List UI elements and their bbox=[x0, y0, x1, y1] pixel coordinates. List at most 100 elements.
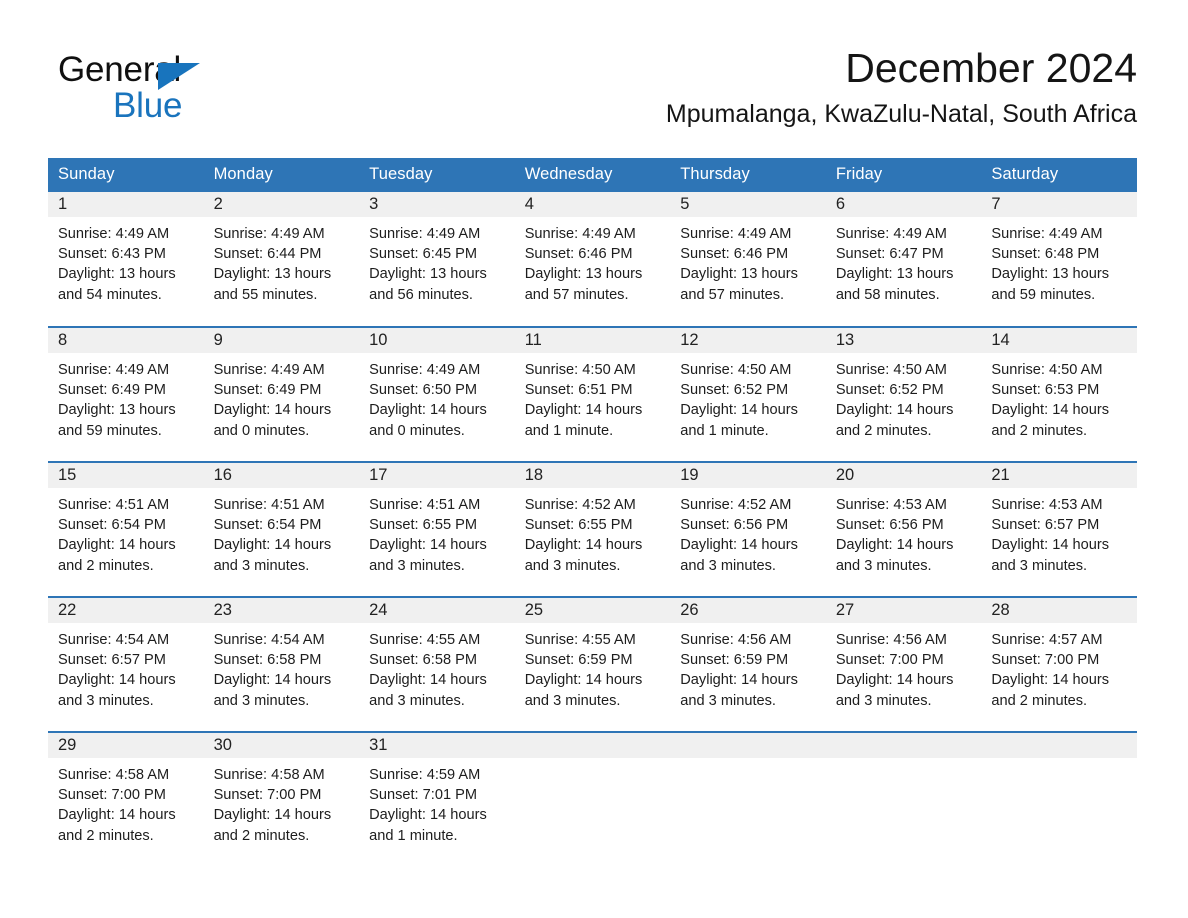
day-details: Sunrise: 4:49 AM Sunset: 6:46 PM Daylight:… bbox=[670, 217, 826, 305]
calendar-day-cell[interactable]: 30 Sunrise: 4:58 AM Sunset: 7:00 PM Dayligh… bbox=[203, 731, 360, 867]
day-number: 7 bbox=[981, 192, 1137, 217]
calendar-day-cell[interactable]: 15 Sunrise: 4:51 AM Sunset: 6:54 PM Dayligh… bbox=[48, 461, 204, 597]
day-details: Sunrise: 4:49 AM Sunset: 6:49 PM Daylight:… bbox=[204, 353, 360, 441]
calendar-day-cell[interactable]: 7 Sunrise: 4:49 AM Sunset: 6:48 PM Daylight… bbox=[981, 192, 1137, 327]
calendar-day-cell[interactable]: 21 Sunrise: 4:53 AM Sunset: 6:57 PM Dayligh… bbox=[981, 461, 1137, 597]
daylight-duration: Daylight: 14 hours and 2 minutes. bbox=[58, 537, 176, 574]
daylight-duration: Daylight: 13 hours and 54 minutes. bbox=[58, 266, 176, 303]
day-number: 22 bbox=[48, 598, 204, 623]
day-details: Sunrise: 4:49 AM Sunset: 6:45 PM Daylight:… bbox=[359, 217, 515, 305]
day-details: Sunrise: 4:50 AM Sunset: 6:52 PM Daylight:… bbox=[826, 353, 982, 441]
calendar-day-cell-empty bbox=[670, 731, 826, 867]
day-number: 1 bbox=[48, 192, 204, 217]
calendar-day-cell[interactable]: 31 Sunrise: 4:59 AM Sunset: 7:01 PM Dayligh… bbox=[359, 731, 515, 867]
calendar-day-cell[interactable]: 23 Sunrise: 4:54 AM Sunset: 6:58 PM Dayligh… bbox=[203, 596, 360, 732]
sunset-time: Sunset: 6:54 PM bbox=[58, 517, 166, 534]
calendar-day-cell[interactable]: 19 Sunrise: 4:52 AM Sunset: 6:56 PM Dayligh… bbox=[670, 461, 826, 597]
calendar-day-cell[interactable]: 29 Sunrise: 4:58 AM Sunset: 7:00 PM Dayligh… bbox=[48, 731, 204, 867]
page-title: December 2024 bbox=[845, 45, 1137, 91]
day-details: Sunrise: 4:59 AM Sunset: 7:01 PM Daylight:… bbox=[359, 758, 515, 846]
day-details: Sunrise: 4:55 AM Sunset: 6:59 PM Daylight:… bbox=[515, 623, 671, 711]
day-number: 13 bbox=[825, 328, 982, 353]
calendar-day-cell[interactable]: 22 Sunrise: 4:54 AM Sunset: 6:57 PM Dayligh… bbox=[48, 596, 204, 732]
calendar-week-row: 1 Sunrise: 4:49 AM Sunset: 6:43 PM Daylight… bbox=[48, 192, 1137, 327]
calendar-day-cell[interactable]: 16 Sunrise: 4:51 AM Sunset: 6:54 PM Dayligh… bbox=[203, 461, 360, 597]
day-details: Sunrise: 4:53 AM Sunset: 6:57 PM Daylight:… bbox=[981, 488, 1137, 576]
calendar-day-cell[interactable]: 26 Sunrise: 4:56 AM Sunset: 6:59 PM Dayligh… bbox=[670, 596, 826, 732]
sunrise-time: Sunrise: 4:54 AM bbox=[58, 632, 170, 648]
sunrise-time: Sunrise: 4:49 AM bbox=[524, 226, 636, 242]
weekday-header-tuesday: Tuesday bbox=[359, 158, 515, 192]
calendar-day-cell[interactable]: 2 Sunrise: 4:49 AM Sunset: 6:44 PM Daylight… bbox=[203, 192, 360, 327]
calendar-day-cell[interactable]: 9 Sunrise: 4:49 AM Sunset: 6:49 PM Daylight… bbox=[203, 326, 360, 462]
sunset-time: Sunset: 6:43 PM bbox=[58, 246, 166, 263]
calendar-day-cell[interactable]: 4 Sunrise: 4:49 AM Sunset: 6:46 PM Daylight… bbox=[514, 192, 671, 327]
calendar-day-cell[interactable]: 27 Sunrise: 4:56 AM Sunset: 7:00 PM Dayligh… bbox=[825, 596, 982, 732]
day-number: 9 bbox=[203, 328, 360, 353]
calendar-day-cell[interactable]: 3 Sunrise: 4:49 AM Sunset: 6:45 PM Daylight… bbox=[359, 192, 515, 327]
sunset-time: Sunset: 7:00 PM bbox=[213, 787, 322, 804]
day-number: 19 bbox=[670, 463, 826, 488]
daylight-duration: Daylight: 13 hours and 55 minutes. bbox=[213, 266, 332, 303]
day-details bbox=[981, 758, 1137, 765]
sunrise-time: Sunrise: 4:49 AM bbox=[58, 362, 170, 378]
day-details: Sunrise: 4:58 AM Sunset: 7:00 PM Daylight:… bbox=[48, 758, 204, 846]
calendar-day-cell[interactable]: 5 Sunrise: 4:49 AM Sunset: 6:46 PM Daylight… bbox=[670, 192, 826, 327]
sunset-time: Sunset: 7:00 PM bbox=[991, 652, 1100, 669]
calendar-day-cell[interactable]: 13 Sunrise: 4:50 AM Sunset: 6:52 PM Dayligh… bbox=[825, 326, 982, 462]
calendar-day-cell[interactable]: 28 Sunrise: 4:57 AM Sunset: 7:00 PM Dayligh… bbox=[981, 596, 1137, 732]
calendar-header-row: Sunday Monday Tuesday Wednesday Thursday… bbox=[48, 158, 1137, 192]
day-number: 26 bbox=[670, 598, 826, 623]
day-details: Sunrise: 4:52 AM Sunset: 6:55 PM Daylight:… bbox=[515, 488, 671, 576]
day-details: Sunrise: 4:50 AM Sunset: 6:52 PM Daylight:… bbox=[670, 353, 826, 441]
sunset-time: Sunset: 6:49 PM bbox=[58, 382, 166, 399]
day-number: 12 bbox=[670, 328, 826, 353]
daylight-duration: Daylight: 14 hours and 2 minutes. bbox=[213, 807, 332, 844]
sunrise-time: Sunrise: 4:50 AM bbox=[991, 362, 1103, 378]
daylight-duration: Daylight: 13 hours and 59 minutes. bbox=[58, 402, 176, 439]
daylight-duration: Daylight: 14 hours and 1 minute. bbox=[680, 402, 798, 439]
calendar-day-cell[interactable]: 8 Sunrise: 4:49 AM Sunset: 6:49 PM Daylight… bbox=[48, 326, 204, 462]
day-number: 6 bbox=[825, 192, 982, 217]
daylight-duration: Daylight: 14 hours and 3 minutes. bbox=[369, 672, 487, 709]
calendar-day-cell[interactable]: 25 Sunrise: 4:55 AM Sunset: 6:59 PM Dayligh… bbox=[514, 596, 671, 732]
weekday-header-friday: Friday bbox=[825, 158, 982, 192]
day-details: Sunrise: 4:56 AM Sunset: 6:59 PM Daylight:… bbox=[670, 623, 826, 711]
day-number bbox=[514, 733, 671, 758]
day-number: 27 bbox=[825, 598, 982, 623]
calendar-day-cell[interactable]: 10 Sunrise: 4:49 AM Sunset: 6:50 PM Dayligh… bbox=[359, 326, 515, 462]
daylight-duration: Daylight: 14 hours and 3 minutes. bbox=[524, 537, 643, 574]
calendar-day-cell[interactable]: 12 Sunrise: 4:50 AM Sunset: 6:52 PM Dayligh… bbox=[670, 326, 826, 462]
calendar-day-cell[interactable]: 6 Sunrise: 4:49 AM Sunset: 6:47 PM Daylight… bbox=[825, 192, 982, 327]
sunrise-time: Sunrise: 4:52 AM bbox=[680, 497, 792, 513]
daylight-duration: Daylight: 13 hours and 57 minutes. bbox=[680, 266, 798, 303]
calendar-day-cell[interactable]: 18 Sunrise: 4:52 AM Sunset: 6:55 PM Dayligh… bbox=[514, 461, 671, 597]
sunrise-time: Sunrise: 4:49 AM bbox=[58, 226, 170, 242]
general-blue-logo: General Blue bbox=[58, 50, 298, 130]
calendar-day-cell[interactable]: 1 Sunrise: 4:49 AM Sunset: 6:43 PM Daylight… bbox=[48, 192, 204, 327]
calendar-day-cell[interactable]: 17 Sunrise: 4:51 AM Sunset: 6:55 PM Dayligh… bbox=[359, 461, 515, 597]
day-number: 4 bbox=[514, 192, 671, 217]
sunset-time: Sunset: 6:48 PM bbox=[991, 246, 1100, 263]
calendar-day-cell[interactable]: 20 Sunrise: 4:53 AM Sunset: 6:56 PM Dayligh… bbox=[825, 461, 982, 597]
sunrise-time: Sunrise: 4:59 AM bbox=[369, 767, 481, 783]
day-number: 17 bbox=[359, 463, 515, 488]
weekday-header-monday: Monday bbox=[203, 158, 360, 192]
calendar-day-cell-empty bbox=[825, 731, 982, 867]
day-number: 3 bbox=[359, 192, 515, 217]
sunset-time: Sunset: 6:52 PM bbox=[680, 382, 789, 399]
page-header: General Blue December 2024 Mpumalanga, K… bbox=[48, 42, 1137, 150]
sunrise-time: Sunrise: 4:50 AM bbox=[680, 362, 792, 378]
calendar-day-cell[interactable]: 14 Sunrise: 4:50 AM Sunset: 6:53 PM Dayligh… bbox=[981, 326, 1137, 462]
day-number: 30 bbox=[203, 733, 360, 758]
sunset-time: Sunset: 7:00 PM bbox=[58, 787, 166, 804]
calendar-day-cell[interactable]: 11 Sunrise: 4:50 AM Sunset: 6:51 PM Dayligh… bbox=[514, 326, 671, 462]
day-number: 15 bbox=[48, 463, 204, 488]
sunrise-time: Sunrise: 4:49 AM bbox=[213, 362, 325, 378]
day-number: 28 bbox=[981, 598, 1137, 623]
sunrise-time: Sunrise: 4:58 AM bbox=[213, 767, 325, 783]
calendar-day-cell[interactable]: 24 Sunrise: 4:55 AM Sunset: 6:58 PM Dayligh… bbox=[359, 596, 515, 732]
sunrise-time: Sunrise: 4:55 AM bbox=[369, 632, 481, 648]
day-number: 23 bbox=[203, 598, 360, 623]
day-details: Sunrise: 4:49 AM Sunset: 6:47 PM Daylight:… bbox=[826, 217, 982, 305]
